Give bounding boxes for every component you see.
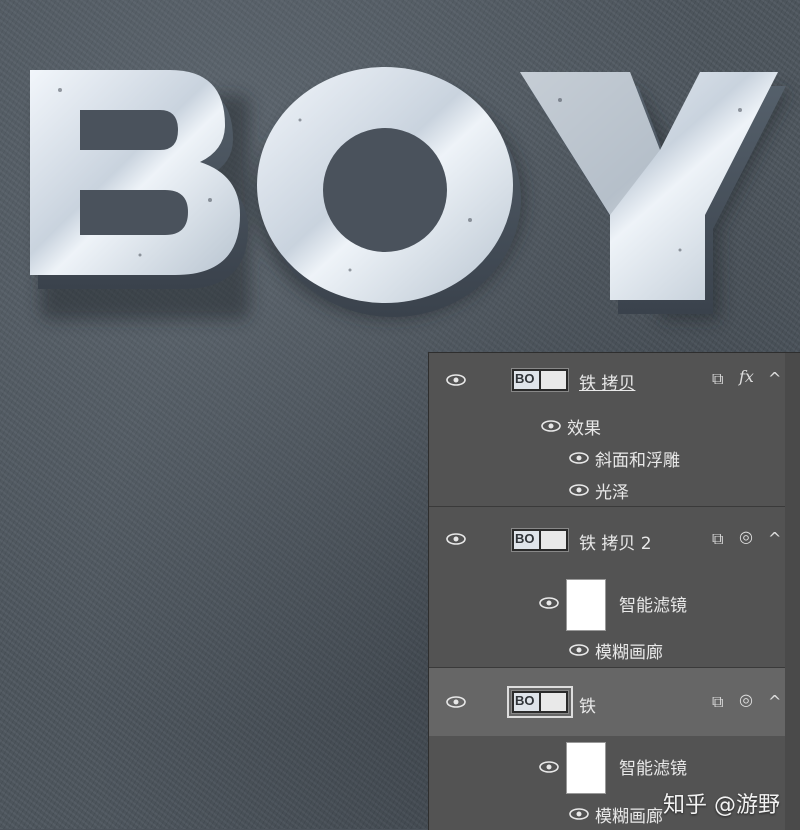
layer-name[interactable]: 铁 拷贝 2 bbox=[579, 529, 652, 554]
effect-name: 斜面和浮雕 bbox=[595, 451, 680, 471]
layer-row-iron-copy-2[interactable]: 铁 拷贝 2 ⧉ ◎ ^ bbox=[429, 507, 785, 572]
visibility-eye-icon[interactable] bbox=[446, 696, 466, 708]
filter-mask-thumbnail[interactable] bbox=[566, 579, 606, 631]
visibility-eye-icon[interactable] bbox=[569, 452, 589, 464]
layer-name[interactable]: 铁 拷贝 bbox=[579, 369, 635, 394]
smart-filters-label: 智能滤镜 bbox=[619, 759, 687, 779]
layer-thumbnail-selected[interactable] bbox=[507, 686, 573, 718]
layer-name[interactable]: 铁 bbox=[579, 692, 596, 717]
layer-thumbnail[interactable] bbox=[511, 368, 569, 392]
collapse-arrow-icon[interactable]: ^ bbox=[768, 692, 781, 711]
filter-name: 模糊画廊 bbox=[595, 807, 663, 827]
visibility-eye-icon[interactable] bbox=[539, 597, 559, 609]
layer-thumbnail[interactable] bbox=[511, 528, 569, 552]
visibility-eye-icon[interactable] bbox=[446, 374, 466, 386]
filter-mask-thumbnail[interactable] bbox=[566, 742, 606, 794]
effect-name: 光泽 bbox=[595, 483, 629, 503]
watermark: 知乎 @游野 bbox=[663, 793, 780, 818]
effects-label: 效果 bbox=[567, 419, 601, 439]
smart-object-icon: ⧉ bbox=[712, 529, 724, 548]
filter-row-blur-gallery[interactable]: 模糊画廊 bbox=[429, 634, 785, 666]
layer-row-iron[interactable]: 铁 ⧉ ◎ ^ bbox=[429, 668, 785, 736]
visibility-eye-icon[interactable] bbox=[541, 420, 561, 432]
effect-row-bevel-emboss[interactable]: 斜面和浮雕 bbox=[429, 441, 785, 473]
collapse-arrow-icon[interactable]: ^ bbox=[768, 529, 781, 548]
blend-circles-icon[interactable]: ◎ bbox=[739, 527, 753, 546]
effect-row-satin[interactable]: 光泽 bbox=[429, 473, 785, 505]
blend-circles-icon[interactable]: ◎ bbox=[739, 690, 753, 709]
smart-object-icon: ⧉ bbox=[712, 369, 724, 388]
smart-object-icon: ⧉ bbox=[712, 692, 724, 711]
fx-icon[interactable]: fx bbox=[739, 367, 754, 386]
visibility-eye-icon[interactable] bbox=[446, 533, 466, 545]
visibility-eye-icon[interactable] bbox=[539, 761, 559, 773]
visibility-eye-icon[interactable] bbox=[569, 644, 589, 656]
smart-filters-row[interactable]: 智能滤镜 bbox=[429, 572, 785, 634]
panel-scrollbar[interactable] bbox=[785, 353, 800, 830]
layers-panel: 铁 拷贝 ⧉ fx ^ 效果 斜面和浮雕 光泽 铁 拷贝 2 ⧉ ◎ ^ bbox=[428, 352, 800, 830]
effects-header-row[interactable]: 效果 bbox=[429, 408, 785, 441]
visibility-eye-icon[interactable] bbox=[569, 484, 589, 496]
collapse-arrow-icon[interactable]: ^ bbox=[768, 369, 781, 388]
smart-filters-label: 智能滤镜 bbox=[619, 596, 687, 616]
visibility-eye-icon[interactable] bbox=[569, 808, 589, 820]
layer-row-iron-copy[interactable]: 铁 拷贝 ⧉ fx ^ bbox=[429, 353, 785, 408]
filter-name: 模糊画廊 bbox=[595, 643, 663, 663]
